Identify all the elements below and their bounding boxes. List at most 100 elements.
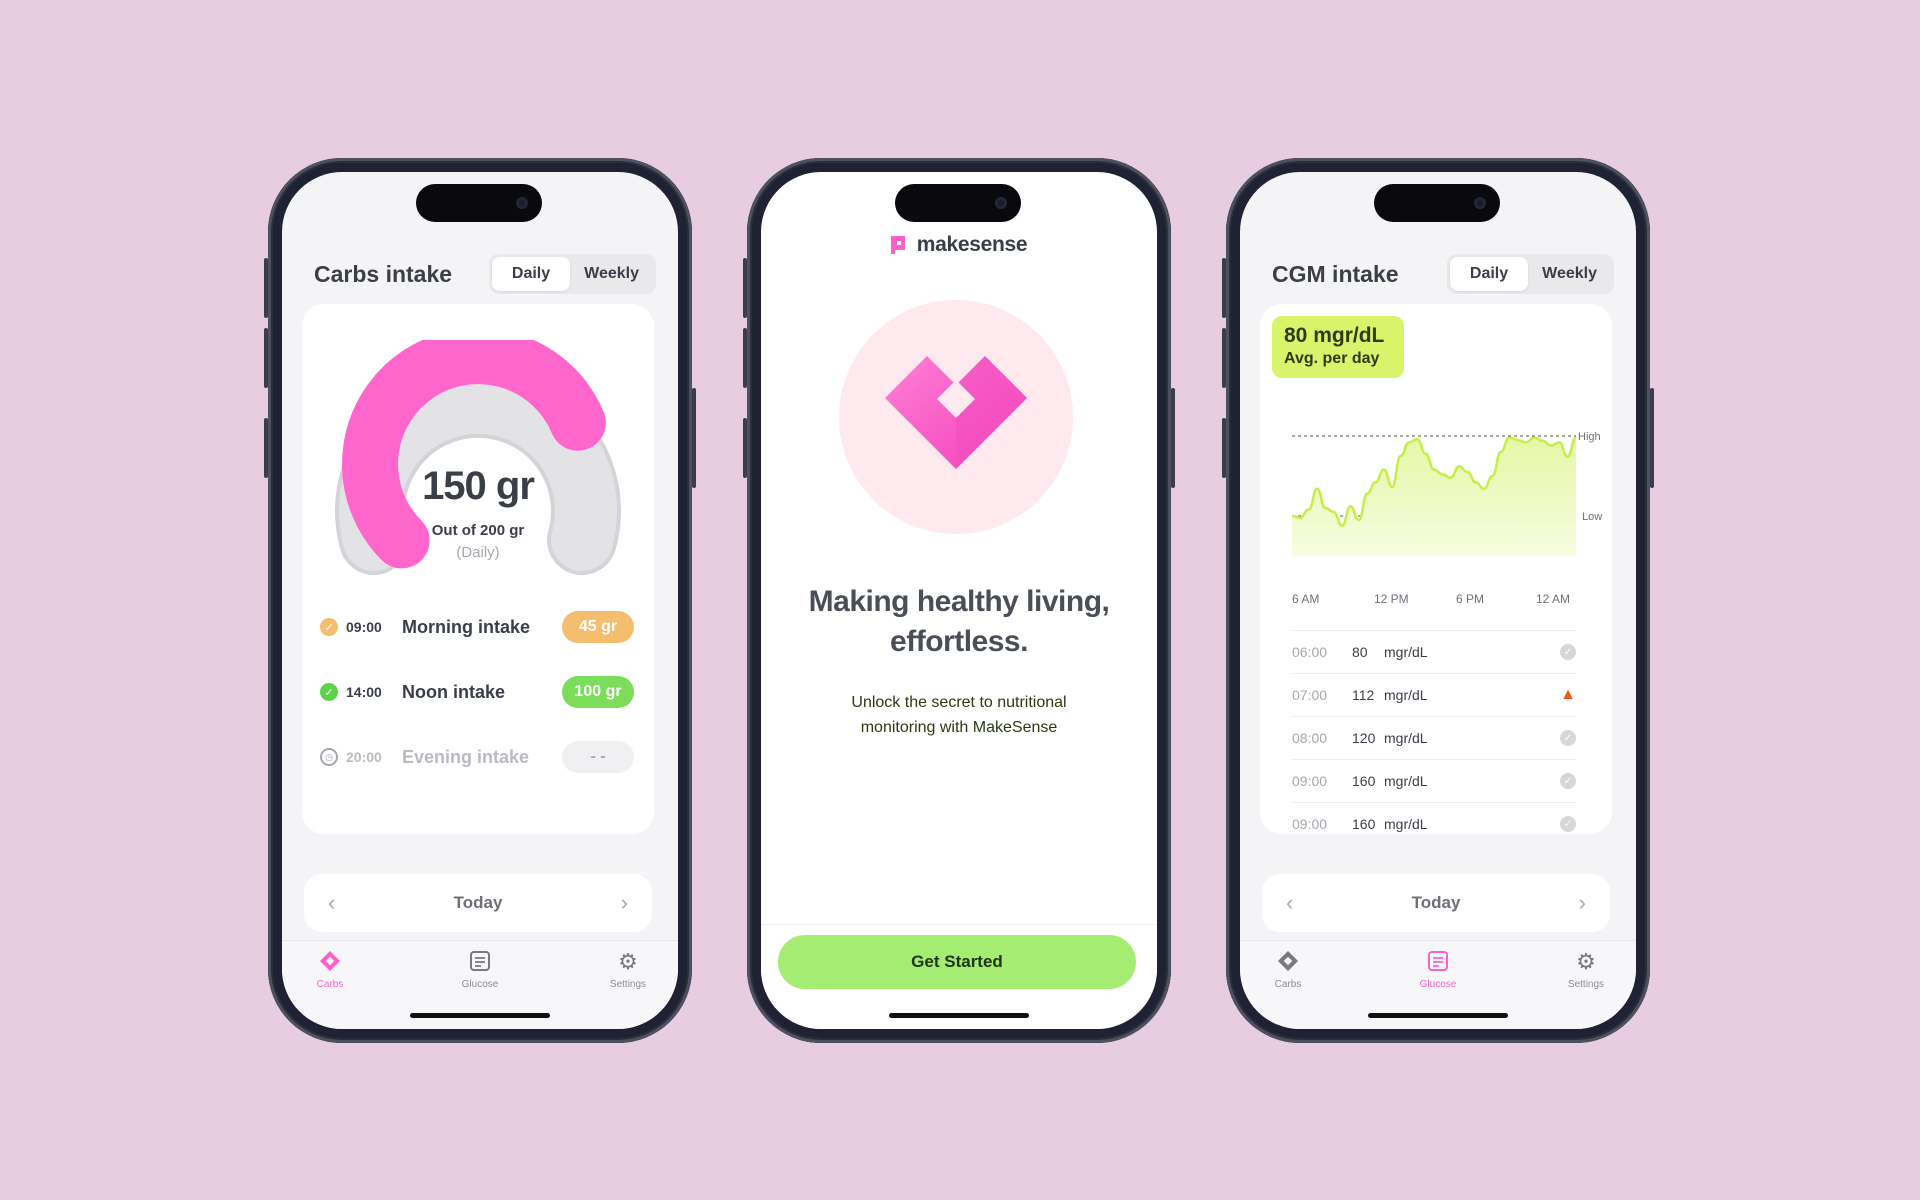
camera-icon [1474, 197, 1486, 209]
reading-value: 80 [1352, 644, 1368, 660]
clock-icon: ◷ [320, 748, 338, 766]
camera-icon [516, 197, 528, 209]
tab-glucose[interactable]: Glucose [440, 949, 520, 990]
phone-glucose: CGM intake Daily Weekly 80 mgr/dL Avg. p… [1222, 158, 1654, 1043]
gear-icon: ⚙ [1576, 949, 1596, 974]
brand-name: makesense [916, 233, 1028, 256]
brand: makesense [761, 233, 1157, 257]
subheadline-line-2: monitoring with MakeSense [860, 719, 1058, 736]
tab-settings[interactable]: ⚙ Settings [588, 949, 668, 990]
carbs-header: Carbs intake Daily Weekly [314, 254, 656, 294]
phone-carbs: Carbs intake Daily Weekly 150 gr Out of … [264, 158, 696, 1043]
reading-unit: mgr/dL [1384, 816, 1428, 832]
subheadline-line-1: Unlock the secret to nutritional [851, 694, 1067, 711]
tab-carbs[interactable]: Carbs [290, 949, 370, 990]
reading-unit: mgr/dL [1384, 773, 1428, 789]
glucose-header: CGM intake Daily Weekly [1272, 254, 1614, 294]
headline-line-1: Making healthy living, [808, 585, 1110, 618]
intake-row-morning[interactable]: ✓ 09:00 Morning intake 45 gr [320, 610, 634, 644]
intake-name: Noon intake [402, 681, 506, 702]
chevron-right-icon[interactable]: › [1579, 890, 1586, 916]
get-started-button[interactable]: Get Started [778, 935, 1136, 989]
glucose-card: 80 mgr/dL Avg. per day High Low 6 AM 12 [1260, 304, 1612, 834]
tab-settings[interactable]: ⚙ Settings [1546, 949, 1626, 990]
headline: Making healthy living, effortless. [761, 582, 1157, 662]
segment-daily[interactable]: Daily [491, 257, 571, 291]
hero-illustration [839, 300, 1073, 534]
reading-row[interactable]: 09:00 160 mgr/dL ✓ [1292, 759, 1576, 802]
check-icon: ✓ [1560, 644, 1576, 660]
reading-value: 112 [1352, 687, 1375, 703]
period-segmented-control: Daily Weekly [1446, 254, 1614, 294]
gauge-period: (Daily) [456, 544, 500, 561]
tab-carbs[interactable]: Carbs [1248, 949, 1328, 990]
x-tick-label: 6 AM [1292, 592, 1320, 606]
day-label[interactable]: Today [454, 893, 503, 913]
reading-value: 120 [1352, 730, 1376, 746]
reading-value: 160 [1352, 816, 1376, 832]
check-icon: ✓ [1560, 773, 1576, 789]
reading-value: 160 [1352, 773, 1376, 789]
low-label: Low [1582, 511, 1602, 523]
intake-name: Evening intake [402, 746, 530, 767]
reading-unit: mgr/dL [1384, 730, 1428, 746]
tab-label: Carbs [1274, 979, 1302, 990]
onboarding-screen: makesense Making healthy living, effortl… [761, 172, 1157, 1029]
day-label[interactable]: Today [1412, 893, 1461, 913]
subheadline: Unlock the secret to nutritional monitor… [761, 690, 1157, 740]
glucose-screen: CGM intake Daily Weekly 80 mgr/dL Avg. p… [1240, 172, 1636, 1029]
gauge-value: 150 gr [422, 464, 535, 508]
average-value: 80 mgr/dL [1284, 324, 1385, 347]
chevron-right-icon[interactable]: › [621, 890, 628, 916]
intake-row-evening[interactable]: ◷ 20:00 Evening intake - - [320, 740, 634, 774]
average-badge: 80 mgr/dL Avg. per day [1272, 316, 1404, 378]
segment-daily[interactable]: Daily [1449, 257, 1529, 291]
carbs-icon [1248, 949, 1328, 977]
glucose-icon [1398, 949, 1478, 977]
x-tick-label: 12 AM [1536, 592, 1571, 606]
day-navigator: ‹ Today › [1262, 874, 1610, 932]
segment-weekly[interactable]: Weekly [1528, 257, 1611, 291]
intake-amount-badge: - - [562, 741, 634, 773]
intake-time: 09:00 [346, 619, 382, 635]
carbs-icon [290, 949, 370, 977]
warning-icon: ▲ [1560, 686, 1576, 703]
chevron-left-icon[interactable]: ‹ [328, 890, 335, 916]
check-icon: ✓ [320, 683, 338, 701]
home-indicator [410, 1013, 550, 1018]
intake-amount-badge: 45 gr [562, 611, 634, 643]
home-indicator [889, 1013, 1029, 1018]
reading-row[interactable]: 09:00 160 mgr/dL ✓ [1292, 802, 1576, 834]
reading-row[interactable]: 06:00 80 mgr/dL ✓ [1292, 630, 1576, 673]
tab-glucose[interactable]: Glucose [1398, 949, 1478, 990]
heart-icon [885, 356, 1027, 469]
reading-time: 08:00 [1292, 730, 1328, 746]
segment-weekly[interactable]: Weekly [570, 257, 653, 291]
gauge-subtitle: Out of 200 gr [431, 522, 525, 539]
high-label: High [1578, 431, 1601, 443]
intake-time: 20:00 [346, 749, 382, 765]
check-icon: ✓ [1560, 816, 1576, 832]
tab-label: Glucose [1419, 979, 1457, 990]
phone-onboarding: makesense Making healthy living, effortl… [743, 158, 1175, 1043]
check-icon: ✓ [320, 618, 338, 636]
tab-label: Carbs [316, 979, 344, 990]
intake-row-noon[interactable]: ✓ 14:00 Noon intake 100 gr [320, 675, 634, 709]
page-title: Carbs intake [314, 260, 453, 287]
chevron-left-icon[interactable]: ‹ [1286, 890, 1293, 916]
day-navigator: ‹ Today › [304, 874, 652, 932]
gear-icon: ⚙ [618, 949, 638, 974]
reading-time: 09:00 [1292, 816, 1328, 832]
reading-row[interactable]: 07:00 112 mgr/dL ▲ [1292, 673, 1576, 716]
reading-row[interactable]: 08:00 120 mgr/dL ✓ [1292, 716, 1576, 759]
reading-time: 06:00 [1292, 644, 1328, 660]
dynamic-island [895, 184, 1021, 222]
headline-line-2: effortless. [890, 625, 1028, 658]
tab-label: Glucose [461, 979, 499, 990]
page-title: CGM intake [1272, 260, 1399, 287]
average-label: Avg. per day [1284, 350, 1380, 367]
reading-time: 09:00 [1292, 773, 1328, 789]
intake-name: Morning intake [402, 616, 531, 637]
glucose-chart: High Low [1291, 431, 1602, 556]
tab-label: Settings [609, 979, 647, 990]
